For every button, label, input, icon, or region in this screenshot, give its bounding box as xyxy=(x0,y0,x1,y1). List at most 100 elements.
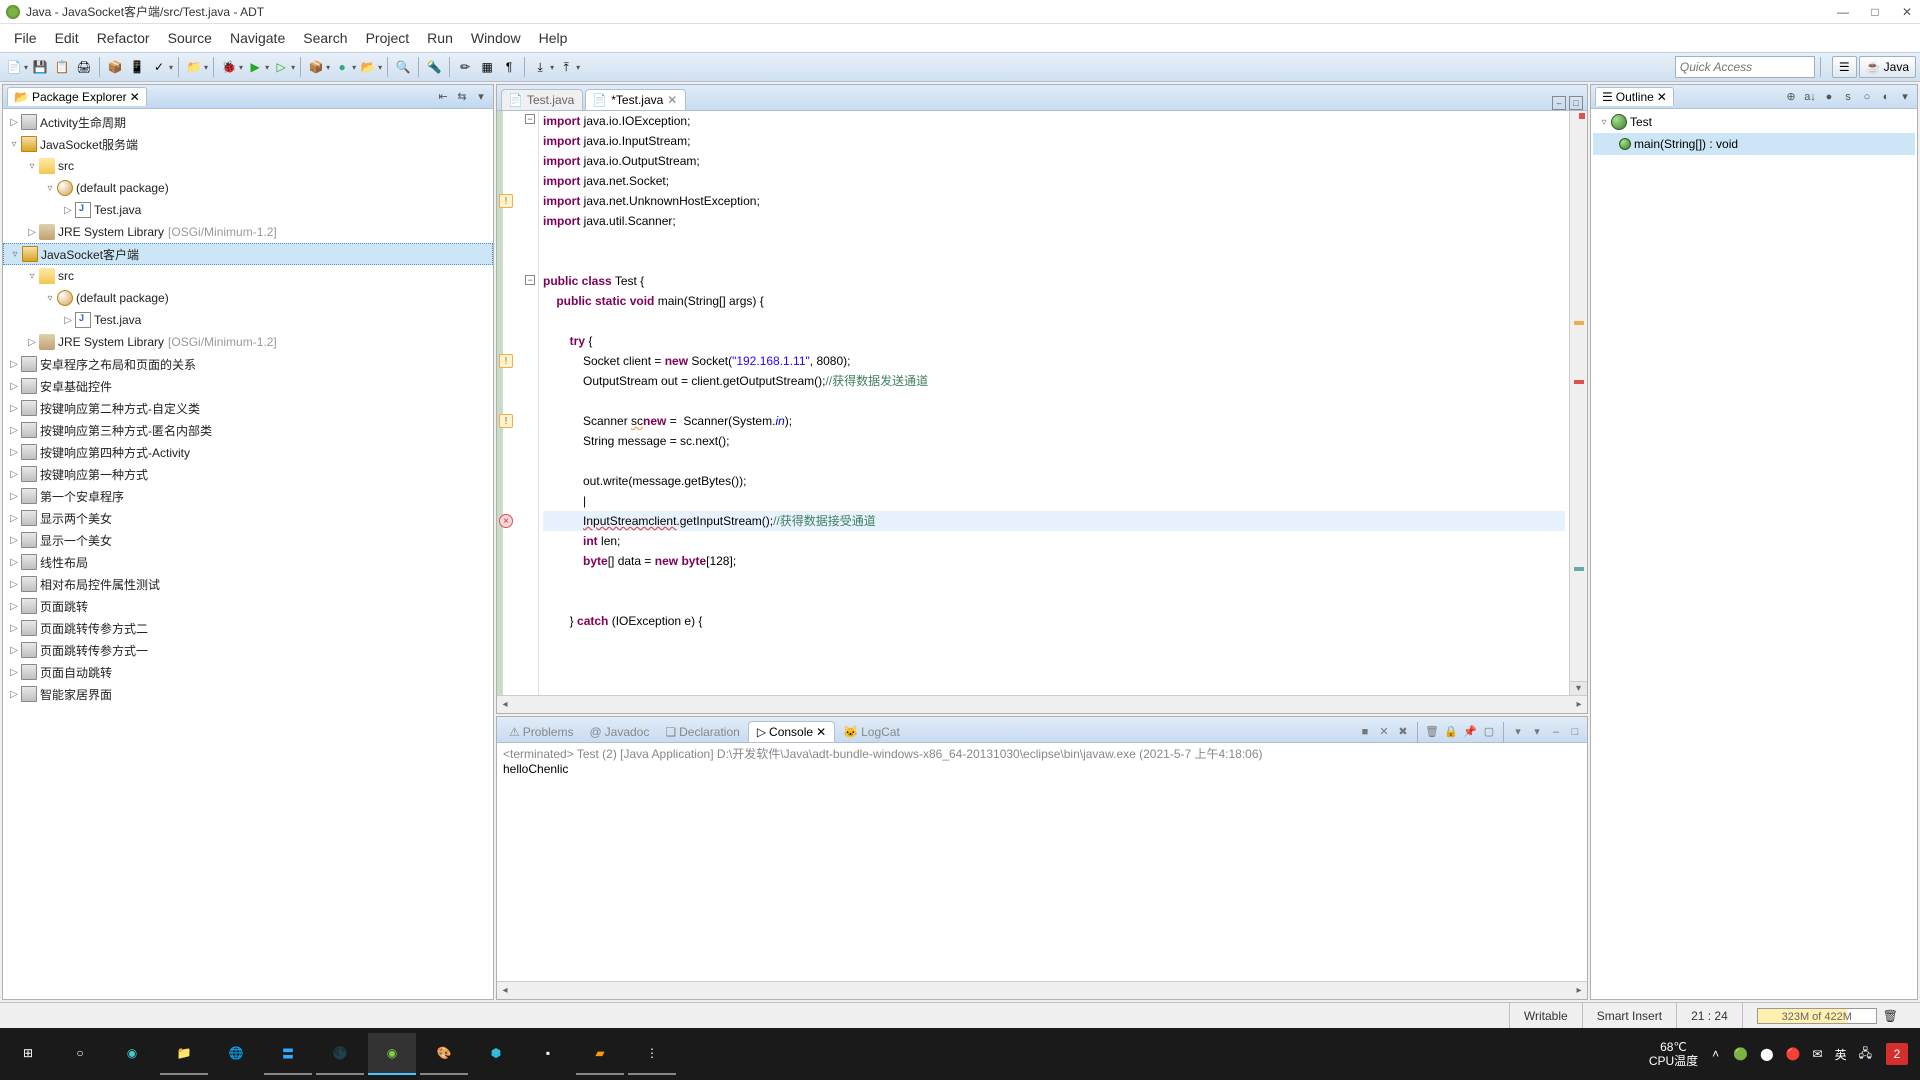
tree-node[interactable]: ▿JavaSocket客户端 xyxy=(3,243,493,265)
open-perspective-button[interactable]: ☰ xyxy=(1832,56,1857,78)
app-vscode[interactable]: 〓 xyxy=(264,1033,312,1075)
view-menu-icon[interactable]: ▾ xyxy=(473,89,489,105)
code-line[interactable]: } catch (IOException e) { xyxy=(543,611,1565,631)
code-line[interactable]: import java.io.InputStream; xyxy=(543,131,1565,151)
hide-static-icon[interactable]: s xyxy=(1840,89,1856,105)
editor-tab-test[interactable]: 📄 Test.java xyxy=(501,89,583,110)
tree-node[interactable]: ▿src xyxy=(3,155,493,177)
search-button[interactable]: 🔦 xyxy=(424,57,444,77)
code-line[interactable]: import java.util.Scanner; xyxy=(543,211,1565,231)
code-line[interactable]: Scanner scnew = Scanner(System.in); xyxy=(543,411,1565,431)
expand-icon[interactable]: ▷ xyxy=(61,315,75,326)
minimize-button[interactable]: — xyxy=(1836,5,1850,19)
tree-node[interactable]: ▷Activity生命周期 xyxy=(3,111,493,133)
expand-icon[interactable]: ▷ xyxy=(7,425,21,436)
code-line[interactable]: OutputStream out = client.getOutputStrea… xyxy=(543,371,1565,391)
tree-node[interactable]: ▷Test.java xyxy=(3,309,493,331)
warning-marker-icon[interactable]: ! xyxy=(499,414,513,428)
new-button[interactable]: 📄 xyxy=(4,57,24,77)
tree-node[interactable]: ▷相对布局控件属性测试 xyxy=(3,573,493,595)
code-line[interactable] xyxy=(543,231,1565,251)
expand-icon[interactable]: ▷ xyxy=(7,403,21,414)
tree-node[interactable]: ▷页面自动跳转 xyxy=(3,661,493,683)
tray-app-icon[interactable]: 🔴 xyxy=(1786,1047,1801,1061)
print-button[interactable]: 🖨 xyxy=(74,57,94,77)
remove-all-icon[interactable]: ✖ xyxy=(1395,724,1411,740)
tree-node[interactable]: ▷智能家居界面 xyxy=(3,683,493,705)
app-nox[interactable]: ⬢ xyxy=(472,1033,520,1075)
menu-refactor[interactable]: Refactor xyxy=(89,27,158,49)
view-menu-icon[interactable]: ▾ xyxy=(1897,89,1913,105)
code-line[interactable]: import java.net.UnknownHostException; xyxy=(543,191,1565,211)
toggle-block-button[interactable]: ▦ xyxy=(477,57,497,77)
close-icon[interactable]: ✕ xyxy=(816,725,826,739)
editor-gutter[interactable]: − ! − ! ! × xyxy=(497,111,539,695)
maximize-view-icon[interactable]: □ xyxy=(1569,96,1583,110)
expand-icon[interactable]: ▷ xyxy=(7,513,21,524)
app-eclipse[interactable]: ◉ xyxy=(368,1033,416,1075)
expand-icon[interactable]: ▿ xyxy=(43,183,57,194)
code-line[interactable]: int len; xyxy=(543,531,1565,551)
prev-annotation-button[interactable]: ⤒ xyxy=(556,57,576,77)
expand-icon[interactable]: ▷ xyxy=(7,689,21,700)
app-paint[interactable]: 🎨 xyxy=(420,1033,468,1075)
console-output[interactable]: <terminated> Test (2) [Java Application]… xyxy=(497,743,1587,981)
open-console-icon[interactable]: ▾ xyxy=(1510,724,1526,740)
max-view-icon[interactable]: □ xyxy=(1567,724,1583,740)
editor-tab-test-dirty[interactable]: 📄 *Test.java ✕ xyxy=(585,89,686,110)
menu-run[interactable]: Run xyxy=(419,27,461,49)
tree-node[interactable]: ▷JRE System Library[OSGi/Minimum-1.2] xyxy=(3,221,493,243)
code-line[interactable]: byte[] data = new byte[128]; xyxy=(543,551,1565,571)
tray-mail-icon[interactable]: ✉ xyxy=(1813,1047,1823,1061)
scroll-left-icon[interactable]: ◂ xyxy=(497,699,513,710)
code-line[interactable]: Socket client = new Socket("192.168.1.11… xyxy=(543,351,1565,371)
display-selected-icon[interactable]: ▢ xyxy=(1481,724,1497,740)
tab-problems[interactable]: ⚠Problems xyxy=(501,722,581,742)
code-line[interactable]: out.write(message.getBytes()); xyxy=(543,471,1565,491)
tree-node[interactable]: ▷页面跳转 xyxy=(3,595,493,617)
expand-icon[interactable]: ▷ xyxy=(61,205,75,216)
expand-icon[interactable]: ▿ xyxy=(25,271,39,282)
tree-node[interactable]: ▷按键响应第四种方式-Activity xyxy=(3,441,493,463)
menu-search[interactable]: Search xyxy=(295,27,355,49)
expand-icon[interactable]: ▷ xyxy=(7,469,21,480)
maximize-button[interactable]: □ xyxy=(1868,5,1882,19)
expand-icon[interactable]: ▷ xyxy=(7,447,21,458)
scroll-lock-icon[interactable]: 🔒 xyxy=(1443,724,1459,740)
menu-help[interactable]: Help xyxy=(531,27,576,49)
tree-node[interactable]: ▷按键响应第二种方式-自定义类 xyxy=(3,397,493,419)
code-line[interactable]: public class Test { xyxy=(543,271,1565,291)
tab-logcat[interactable]: 🐱LogCat xyxy=(835,722,908,742)
expand-icon[interactable]: ▷ xyxy=(25,337,39,348)
tab-javadoc[interactable]: @Javadoc xyxy=(581,722,657,742)
app-terminal[interactable]: ▪ xyxy=(524,1033,572,1075)
tray-app-icon[interactable]: 🟢 xyxy=(1733,1047,1748,1061)
expand-icon[interactable]: ▷ xyxy=(25,227,39,238)
collapse-all-icon[interactable]: ⇤ xyxy=(435,89,451,105)
editor-hscroll[interactable]: ◂ ▸ xyxy=(497,695,1587,713)
open-type-button[interactable]: 🔍 xyxy=(393,57,413,77)
tree-node[interactable]: ▷页面跳转传参方式二 xyxy=(3,617,493,639)
scroll-left-icon[interactable]: ◂ xyxy=(497,985,513,996)
clear-console-icon[interactable]: 🗑 xyxy=(1424,724,1440,740)
tree-node[interactable]: ▷按键响应第一种方式 xyxy=(3,463,493,485)
tab-console[interactable]: ▷Console✕ xyxy=(748,721,835,742)
new-class-button[interactable]: ● xyxy=(332,57,352,77)
menu-project[interactable]: Project xyxy=(358,27,418,49)
code-line[interactable]: try { xyxy=(543,331,1565,351)
next-annotation-button[interactable]: ⤓ xyxy=(530,57,550,77)
overview-warn-icon[interactable] xyxy=(1574,321,1584,325)
lint-button[interactable]: ✓ xyxy=(149,57,169,77)
close-tab-icon[interactable]: ✕ xyxy=(667,93,677,107)
hide-nonpublic-icon[interactable]: ○ xyxy=(1859,89,1875,105)
outline-class-node[interactable]: ▿ Test xyxy=(1593,111,1915,133)
code-line[interactable] xyxy=(543,571,1565,591)
tree-node[interactable]: ▿JavaSocket服务端 xyxy=(3,133,493,155)
new-folder-button[interactable]: 📂 xyxy=(358,57,378,77)
notification-badge[interactable]: 2 xyxy=(1886,1043,1908,1065)
tree-node[interactable]: ▷线性布局 xyxy=(3,551,493,573)
expand-icon[interactable]: ▷ xyxy=(7,491,21,502)
outline-tab[interactable]: ☰Outline✕ xyxy=(1595,87,1674,106)
tree-node[interactable]: ▷安卓基础控件 xyxy=(3,375,493,397)
code-line[interactable]: | xyxy=(543,491,1565,511)
